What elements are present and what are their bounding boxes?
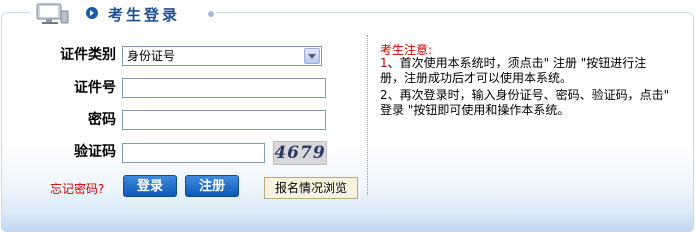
title-arrow-icon bbox=[86, 7, 98, 19]
register-button[interactable]: 注册 bbox=[185, 175, 239, 197]
id-number-input[interactable] bbox=[122, 78, 326, 98]
captcha-label: 验证码 bbox=[74, 144, 116, 160]
id-type-select[interactable]: 身份证号 bbox=[122, 46, 322, 66]
notice-item-text: 、首次使用本系统时，须点击" 注册 "按钮进行注册，注册成功后才可以使用本系统。 bbox=[380, 56, 647, 85]
vertical-divider bbox=[367, 35, 368, 195]
captcha-input[interactable] bbox=[122, 143, 265, 163]
id-type-label: 证件类别 bbox=[60, 47, 116, 63]
title-dot-icon bbox=[208, 11, 214, 17]
id-type-value: 身份证号 bbox=[127, 49, 176, 63]
id-number-label: 证件号 bbox=[74, 80, 116, 96]
notice-item: 2、再次登录时，输入身份证号、密码、验证码，点击" 登录 "按钮即可使用和操作本… bbox=[380, 88, 670, 118]
password-label: 密码 bbox=[88, 112, 116, 128]
chevron-down-icon[interactable] bbox=[304, 48, 320, 64]
forgot-password-link[interactable]: 忘记密码? bbox=[50, 180, 104, 197]
notice-item: 1、首次使用本系统时，须点击" 注册 "按钮进行注册，注册成功后才可以使用本系统… bbox=[380, 56, 670, 86]
password-input[interactable] bbox=[122, 110, 326, 130]
notice-item-number: 1 bbox=[380, 56, 388, 70]
browse-registration-button[interactable]: 报名情况浏览 bbox=[264, 177, 358, 199]
captcha-image[interactable]: 4679 bbox=[273, 141, 327, 165]
panel-footer bbox=[1, 214, 694, 232]
computer-icon bbox=[36, 3, 69, 24]
login-button[interactable]: 登录 bbox=[123, 175, 177, 197]
page-title: 考生登录 bbox=[108, 6, 181, 24]
notice-item-text: 、再次登录时，输入身份证号、密码、验证码，点击" 登录 "按钮即可使用和操作本系… bbox=[380, 88, 670, 117]
notice-item-number: 2 bbox=[380, 88, 388, 102]
